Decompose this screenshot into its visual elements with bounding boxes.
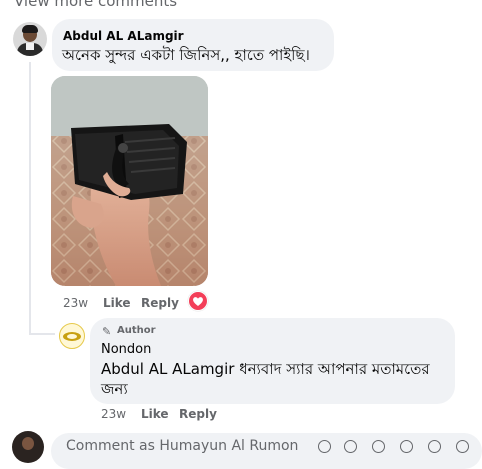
camera-icon[interactable]	[372, 440, 385, 453]
avatar-commenter[interactable]	[13, 22, 47, 56]
pencil-icon: ✎	[102, 325, 112, 338]
comment-timestamp[interactable]: 23w	[63, 296, 88, 310]
send-icon[interactable]	[456, 440, 469, 453]
reply-text: ধন্যবাদ স্যার আপনার মতামতের	[234, 360, 430, 378]
avatar-current-user[interactable]	[12, 431, 44, 463]
sticker-icon[interactable]	[318, 440, 331, 453]
reply-button[interactable]: Reply	[141, 296, 179, 310]
wallet-photo-image	[51, 76, 208, 286]
reply-text-line2: জন্য	[101, 380, 128, 398]
avatar-sticker-icon[interactable]	[428, 440, 441, 453]
emoji-icon[interactable]	[344, 440, 357, 453]
view-more-comments-link[interactable]: View more comments	[14, 0, 177, 10]
comment-photo[interactable]	[51, 76, 208, 286]
comment-input-placeholder: Comment as Humayun Al Rumon	[66, 438, 299, 454]
reply-timestamp[interactable]: 23w	[101, 407, 126, 421]
reply-author-name[interactable]: Nondon	[101, 342, 151, 357]
mention-link[interactable]: Abdul AL ALamgir	[101, 360, 234, 378]
author-badge: Author	[117, 325, 156, 336]
reply-reply-button[interactable]: Reply	[179, 407, 217, 421]
heart-icon[interactable]	[188, 291, 208, 311]
thread-connector-horizontal	[29, 333, 55, 335]
reply-like-button[interactable]: Like	[141, 407, 169, 421]
thread-connector-vertical	[29, 62, 31, 333]
comment-text: অনেক সুন্দর একটা জিনিস,, হাতে পাইছি।	[62, 46, 310, 64]
comment-author-name[interactable]: Abdul AL ALamgir	[63, 29, 184, 43]
reply-text-line1: Abdul AL ALamgir ধন্যবাদ স্যার আপনার মতা…	[101, 358, 430, 383]
avatar-page-author[interactable]	[59, 323, 85, 349]
gif-icon[interactable]	[400, 440, 413, 453]
like-button[interactable]: Like	[103, 296, 131, 310]
